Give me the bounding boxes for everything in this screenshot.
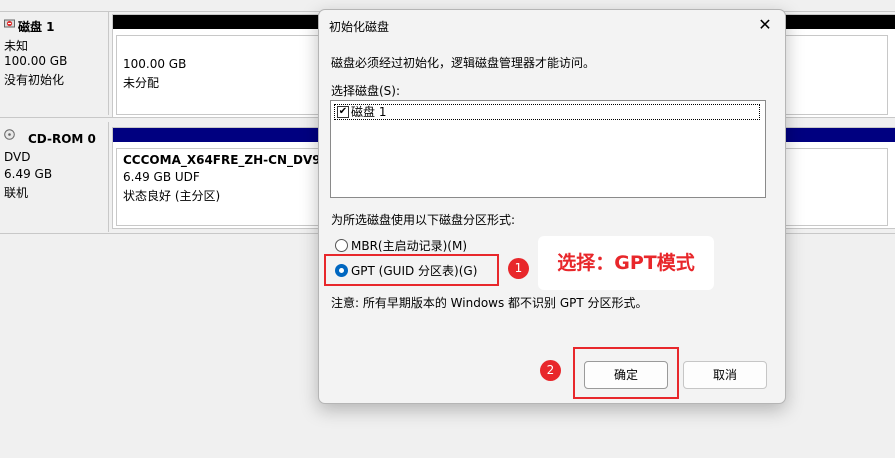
disk1-volume-size: 100.00 GB (123, 57, 187, 71)
cdrom-label-panel[interactable]: CD-ROM 0 DVD 6.49 GB 联机 (0, 122, 109, 232)
disk1-type: 未知 (4, 39, 29, 53)
mbr-label: MBR(主启动记录)(M) (351, 239, 468, 253)
step-1-badge: 1 (508, 258, 529, 279)
dialog-title: 初始化磁盘 (329, 20, 390, 34)
list-item-label: 磁盘 1 (351, 105, 387, 119)
dialog-description: 磁盘必须经过初始化，逻辑磁盘管理器才能访问。 (331, 56, 596, 70)
cdrom-volume-name: CCCOMA_X64FRE_ZH-CN_DV9 (D (123, 153, 341, 167)
disk-unknown-icon (4, 19, 15, 28)
radio-mbr[interactable] (335, 239, 348, 252)
cdrom-icon (4, 129, 15, 140)
annotation-callout: 选择：GPT模式 (538, 236, 714, 290)
cdrom-title: CD-ROM 0 (28, 132, 96, 146)
cdrom-type: DVD (4, 150, 31, 164)
cdrom-size: 6.49 GB (4, 167, 53, 181)
close-icon[interactable]: ✕ (753, 14, 777, 36)
disk-listbox[interactable]: ✔ 磁盘 1 (330, 100, 766, 198)
initialize-disk-dialog: 初始化磁盘 ✕ 磁盘必须经过初始化，逻辑磁盘管理器才能访问。 选择磁盘(S): … (318, 9, 786, 404)
disk1-size: 100.00 GB (4, 54, 68, 68)
checkbox[interactable]: ✔ (337, 106, 349, 118)
disk1-label-panel[interactable]: 磁盘 1 未知 100.00 GB 没有初始化 (0, 12, 109, 115)
disk1-status: 没有初始化 (4, 73, 65, 87)
cdrom-volume-status: 状态良好 (主分区) (123, 189, 221, 203)
disk1-volume-status: 未分配 (123, 76, 160, 90)
select-disk-label: 选择磁盘(S): (331, 84, 401, 98)
cdrom-status: 联机 (4, 186, 29, 200)
ok-highlight-box (573, 347, 679, 399)
list-item[interactable]: ✔ 磁盘 1 (334, 104, 760, 120)
cdrom-volume-fs: 6.49 GB UDF (123, 170, 200, 184)
cancel-button[interactable]: 取消 (683, 361, 767, 389)
gpt-highlight-box (324, 254, 499, 286)
compatibility-note: 注意: 所有早期版本的 Windows 都不识别 GPT 分区形式。 (331, 296, 648, 310)
disk1-title: 磁盘 1 (18, 20, 55, 34)
step-2-badge: 2 (540, 360, 561, 381)
partition-style-label: 为所选磁盘使用以下磁盘分区形式: (331, 213, 516, 227)
